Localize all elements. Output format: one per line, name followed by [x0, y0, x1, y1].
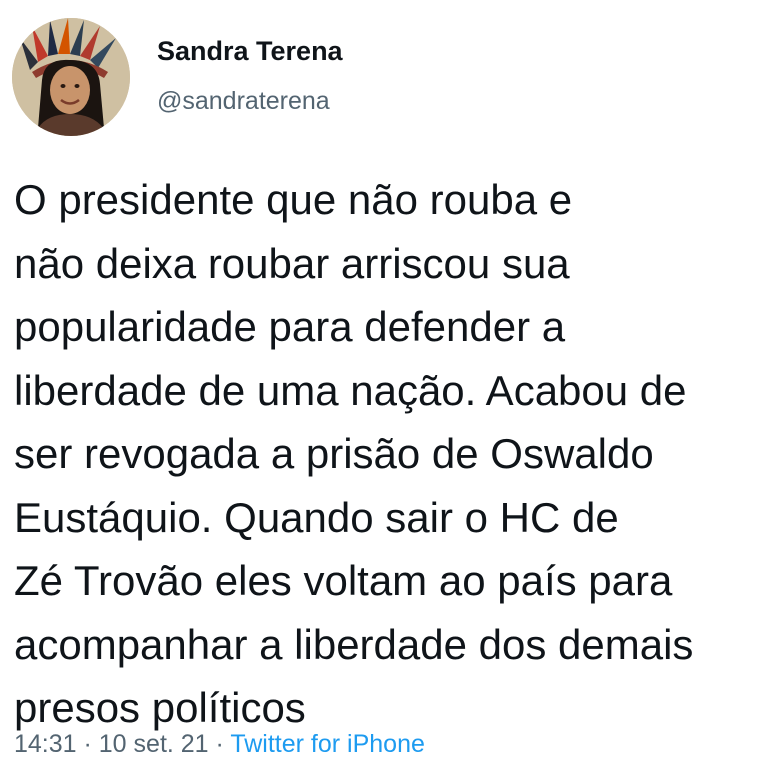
tweet-text-line: liberdade de uma nação. Acabou de	[14, 366, 687, 414]
tweet-text-line: Zé Trovão eles voltam ao país para	[14, 557, 673, 604]
tweet-text-line: popularidade para defender a	[14, 303, 566, 350]
tweet-text-line: não deixa roubar arriscou sua	[14, 239, 570, 287]
tweet-text-line: O presidente que não rouba e	[14, 176, 573, 223]
avatar[interactable]	[12, 18, 130, 136]
tweet-source-link[interactable]: Twitter for iPhone	[230, 730, 425, 758]
display-name[interactable]: Sandra Terena	[157, 36, 343, 67]
tweet-card: Sandra Terena @sandraterena O presidente…	[0, 0, 775, 775]
user-avatar-photo-icon	[12, 18, 130, 136]
tweet-meta: 14:31 · 10 set. 21 · Twitter for iPhone	[14, 730, 425, 759]
tweet-text: O presidente que não rouba e não deixa r…	[14, 168, 775, 740]
user-handle[interactable]: @sandraterena	[157, 87, 330, 116]
meta-separator: ·	[208, 730, 231, 758]
tweet-time[interactable]: 14:31	[14, 730, 77, 758]
tweet-text-line: Eustáquio. Quando sair o HC de	[14, 493, 619, 541]
tweet-text-line: ser revogada a prisão de Oswaldo	[14, 430, 654, 477]
tweet-text-line: acompanhar a liberdade dos demais	[14, 620, 694, 668]
tweet-date[interactable]: 10 set. 21	[99, 730, 209, 758]
meta-separator: ·	[76, 730, 99, 758]
